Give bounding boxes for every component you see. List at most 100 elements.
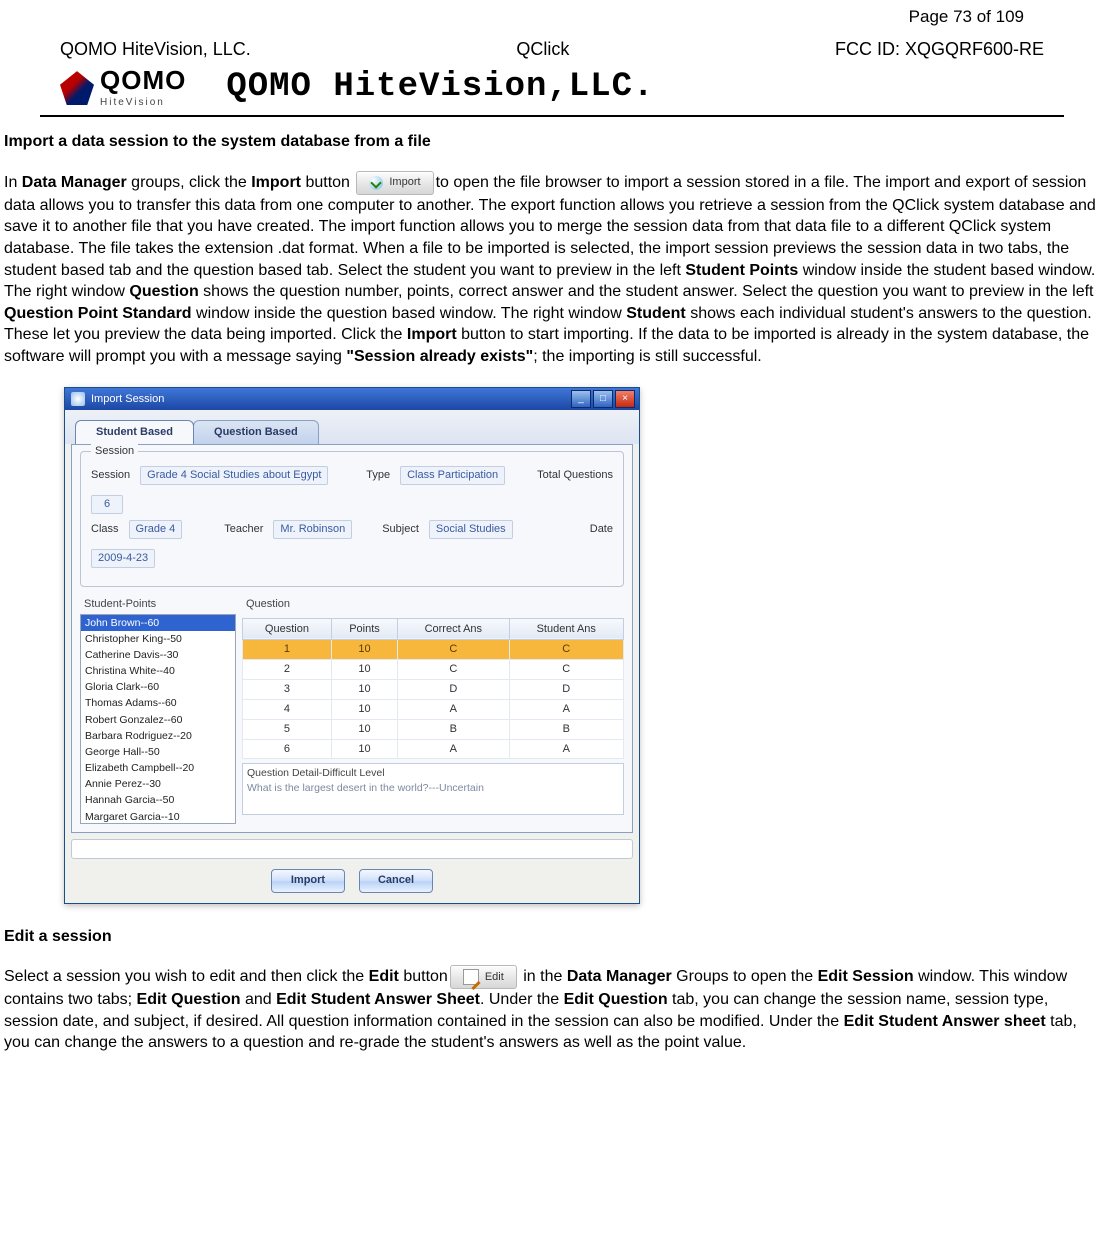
list-item[interactable]: Catherine Davis--30 xyxy=(81,647,235,663)
s2-text: button xyxy=(399,968,448,985)
list-item[interactable]: John Brown--60 xyxy=(81,615,235,631)
s2-bold-edit-student-answer-sheet: Edit Student Answer Sheet xyxy=(276,991,480,1008)
s1-bold-data-manager: Data Manager xyxy=(22,174,127,191)
question-detail-box: Question Detail-Difficult Level What is … xyxy=(242,763,624,815)
list-item[interactable]: George Hall--50 xyxy=(81,744,235,760)
table-cell: 3 xyxy=(243,680,332,700)
table-row[interactable]: 310DD xyxy=(243,680,624,700)
session-group: Session Session Grade 4 Social Studies a… xyxy=(80,451,624,586)
s2-bold-edit-question-2: Edit Question xyxy=(564,991,668,1008)
field-class: Grade 4 xyxy=(129,520,183,539)
edit-icon xyxy=(463,969,479,985)
minimize-button[interactable]: _ xyxy=(571,390,591,408)
s1-text: button xyxy=(301,174,354,191)
list-item[interactable]: Annie Perez--30 xyxy=(81,776,235,792)
student-points-list[interactable]: John Brown--60Christopher King--50Cather… xyxy=(80,614,236,824)
label-class: Class xyxy=(91,522,119,537)
s2-text: and xyxy=(241,991,277,1008)
table-cell: B xyxy=(509,719,624,739)
tab-body: Session Session Grade 4 Social Studies a… xyxy=(71,444,633,832)
table-cell: A xyxy=(509,699,624,719)
field-total-questions: 6 xyxy=(91,495,123,514)
qomo-logo-icon xyxy=(60,71,94,105)
table-row[interactable]: 110CC xyxy=(243,640,624,660)
section1-paragraph: In Data Manager groups, click the Import… xyxy=(4,171,1100,368)
table-cell: 10 xyxy=(331,719,397,739)
table-cell: 10 xyxy=(331,739,397,759)
list-item[interactable]: Elizabeth Campbell--20 xyxy=(81,760,235,776)
list-item[interactable]: Barbara Rodriguez--20 xyxy=(81,728,235,744)
doc-header-row: QOMO HiteVision, LLC. QClick FCC ID: XQG… xyxy=(0,29,1104,61)
s2-bold-data-manager: Data Manager xyxy=(567,968,672,985)
table-row[interactable]: 510BB xyxy=(243,719,624,739)
logo-row: QOMO HiteVision QOMO HiteVision,LLC. xyxy=(0,61,1104,111)
table-cell: A xyxy=(398,699,509,719)
list-item[interactable]: Hannah Garcia--50 xyxy=(81,792,235,808)
list-item[interactable]: Christopher King--50 xyxy=(81,631,235,647)
s1-text: ; the importing is still successful. xyxy=(533,348,762,365)
field-teacher: Mr. Robinson xyxy=(273,520,352,539)
s1-text: window inside the question based window.… xyxy=(192,305,627,322)
s1-bold-import: Import xyxy=(251,174,301,191)
s1-bold-session-exists: "Session already exists" xyxy=(346,348,533,365)
table-row[interactable]: 210CC xyxy=(243,660,624,680)
section1-heading: Import a data session to the system data… xyxy=(4,131,1100,153)
table-header: Points xyxy=(331,618,397,640)
section2-heading: Edit a session xyxy=(4,926,1100,948)
s1-bold-import2: Import xyxy=(407,326,457,343)
dialog-actions: Import Cancel xyxy=(65,863,639,903)
s1-bold-question: Question xyxy=(129,283,198,300)
logo-main-text: QOMO xyxy=(100,65,186,95)
tab-question-based[interactable]: Question Based xyxy=(193,420,319,444)
header-divider xyxy=(40,115,1064,117)
label-type: Type xyxy=(366,468,390,483)
import-session-window: Import Session _ □ × Student Based Quest… xyxy=(64,387,640,903)
maximize-button[interactable]: □ xyxy=(593,390,613,408)
table-row[interactable]: 610AA xyxy=(243,739,624,759)
s2-text: . Under the xyxy=(480,991,564,1008)
list-item[interactable]: Robert Gonzalez--60 xyxy=(81,712,235,728)
edit-button-chip[interactable]: Edit xyxy=(450,965,517,989)
table-cell: 10 xyxy=(331,660,397,680)
question-table[interactable]: QuestionPointsCorrect AnsStudent Ans110C… xyxy=(242,618,624,760)
label-teacher: Teacher xyxy=(224,522,263,537)
titlebar: Import Session _ □ × xyxy=(65,388,639,410)
field-session: Grade 4 Social Studies about Egypt xyxy=(140,466,328,485)
import-button-chip[interactable]: Import xyxy=(356,171,433,195)
logo-sub-text: HiteVision xyxy=(100,97,165,108)
table-cell: A xyxy=(509,739,624,759)
table-cell: 6 xyxy=(243,739,332,759)
question-detail-text: What is the largest desert in the world?… xyxy=(247,781,619,795)
doc-header-left: QOMO HiteVision, LLC. xyxy=(60,37,251,61)
s2-text: in the xyxy=(519,968,567,985)
list-item[interactable]: Margaret Garcia--10 xyxy=(81,809,235,824)
preview-area: Student-Points John Brown--60Christopher… xyxy=(80,595,624,824)
import-icon xyxy=(369,176,383,190)
table-header: Student Ans xyxy=(509,618,624,640)
table-cell: C xyxy=(398,640,509,660)
s2-bold-edit-student-answer-sheet-2: Edit Student Answer sheet xyxy=(844,1013,1046,1030)
s1-bold-qps: Question Point Standard xyxy=(4,305,192,322)
list-item[interactable]: Gloria Clark--60 xyxy=(81,679,235,695)
table-row[interactable]: 410AA xyxy=(243,699,624,719)
page-number: Page 73 of 109 xyxy=(0,0,1104,29)
doc-header-right: FCC ID: XQGQRF600-RE xyxy=(835,37,1044,61)
s1-bold-student: Student xyxy=(626,305,686,322)
tabs-row: Student Based Question Based xyxy=(65,410,639,444)
table-cell: 10 xyxy=(331,640,397,660)
question-header: Question xyxy=(242,595,624,614)
dialog-import-button[interactable]: Import xyxy=(271,869,345,893)
table-cell: 5 xyxy=(243,719,332,739)
label-date: Date xyxy=(590,522,613,537)
tab-student-based[interactable]: Student Based xyxy=(75,420,194,444)
window-title: Import Session xyxy=(91,392,164,407)
table-cell: 10 xyxy=(331,699,397,719)
close-button[interactable]: × xyxy=(615,390,635,408)
list-item[interactable]: Thomas Adams--60 xyxy=(81,695,235,711)
label-total-questions: Total Questions xyxy=(537,468,613,483)
list-item[interactable]: Christina White--40 xyxy=(81,663,235,679)
table-header: Question xyxy=(243,618,332,640)
table-cell: D xyxy=(398,680,509,700)
table-cell: C xyxy=(509,640,624,660)
dialog-cancel-button[interactable]: Cancel xyxy=(359,869,433,893)
